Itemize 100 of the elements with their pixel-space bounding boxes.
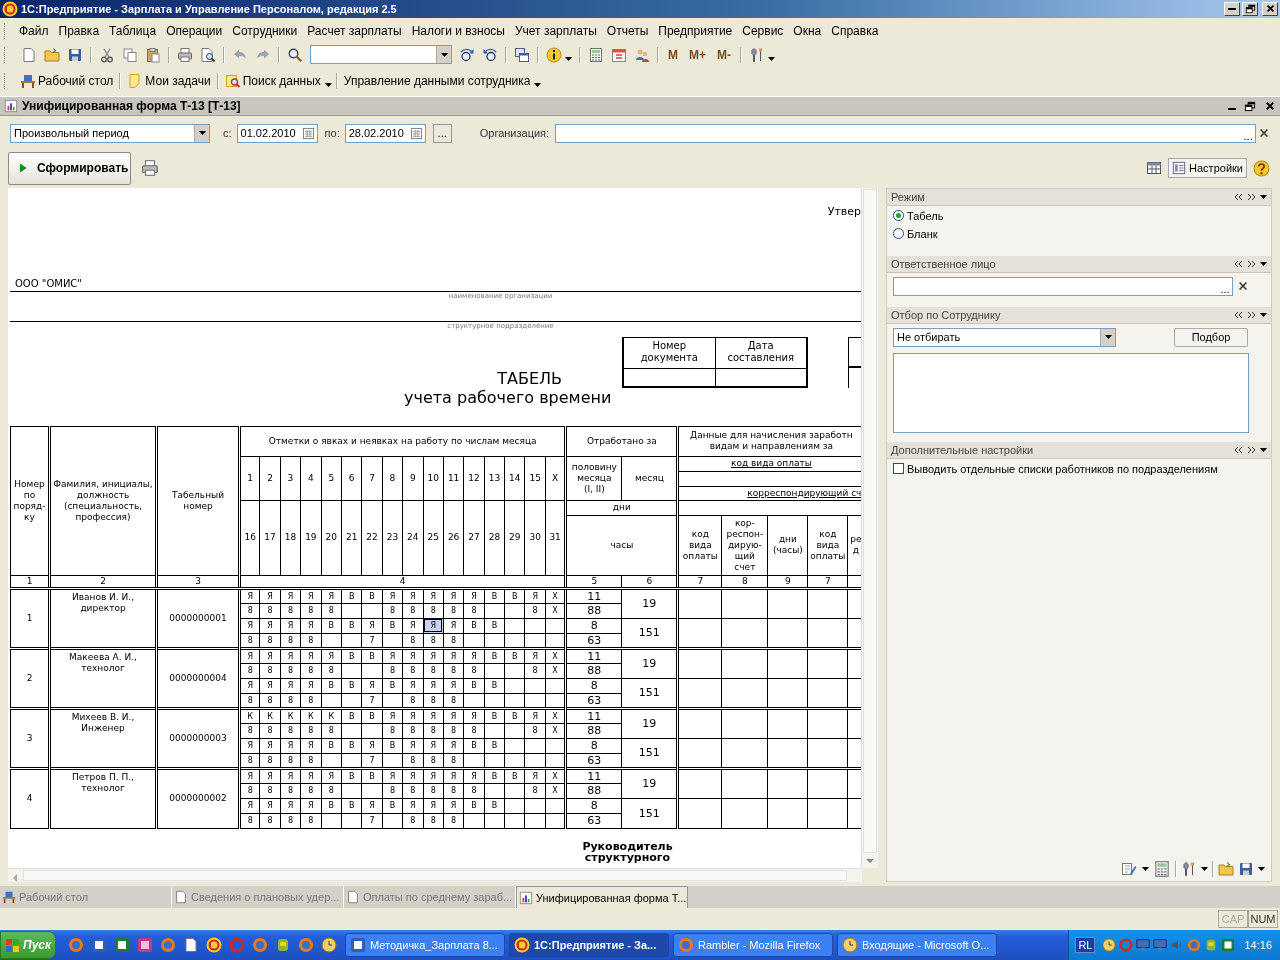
scissors-icon[interactable] bbox=[99, 46, 115, 63]
expand-right-icon[interactable] bbox=[1247, 192, 1256, 201]
toolbar-button[interactable]: Поиск данных bbox=[222, 72, 323, 89]
organization-field[interactable]: ... bbox=[555, 123, 1257, 143]
help-icon[interactable] bbox=[1253, 159, 1270, 177]
close-icon[interactable] bbox=[1264, 99, 1276, 112]
edit-icon[interactable] bbox=[1120, 861, 1138, 878]
checkbox[interactable]: Выводить отдельные списки работников по подразделениям bbox=[893, 462, 1265, 475]
application-icon[interactable] bbox=[114, 937, 130, 953]
dropdown-caret-icon[interactable] bbox=[768, 56, 775, 61]
dropdown-caret-icon[interactable] bbox=[1201, 867, 1208, 872]
tray-icon[interactable] bbox=[1136, 938, 1151, 952]
period-dropdown[interactable]: Произвольный период bbox=[10, 123, 210, 143]
toolbar-button[interactable]: Мои задачи bbox=[125, 72, 213, 89]
toolbar-button[interactable]: Управление данными сотрудника bbox=[341, 73, 533, 88]
section-header[interactable]: Отбор по Сотруднику bbox=[887, 306, 1271, 324]
taskbar-button[interactable]: Rambler - Mozilla Firefox bbox=[673, 933, 833, 957]
select-button[interactable]: ... bbox=[1218, 282, 1232, 295]
settings-button[interactable]: Настройки bbox=[1168, 158, 1247, 179]
menu-item[interactable]: Операции bbox=[161, 23, 228, 38]
minimize-icon[interactable] bbox=[1228, 107, 1236, 110]
find-next-icon[interactable] bbox=[459, 46, 475, 63]
calculator-icon[interactable] bbox=[588, 46, 604, 63]
radio-button[interactable]: Табель bbox=[893, 209, 1265, 222]
windows-icon[interactable] bbox=[514, 46, 530, 63]
section-header[interactable]: Ответственное лицо bbox=[887, 255, 1271, 273]
dropdown-caret-icon[interactable] bbox=[324, 83, 332, 88]
printer-icon[interactable] bbox=[141, 159, 159, 178]
select-button[interactable]: ... bbox=[1241, 129, 1256, 142]
menu-item[interactable]: Сотрудники bbox=[227, 23, 303, 38]
menu-item[interactable]: Справка bbox=[826, 23, 884, 38]
folder-icon[interactable] bbox=[1218, 861, 1234, 878]
application-icon[interactable] bbox=[183, 937, 199, 953]
restore-button[interactable] bbox=[1242, 1, 1258, 16]
find-previous-icon[interactable] bbox=[482, 46, 498, 63]
language-indicator[interactable]: RL bbox=[1075, 937, 1096, 953]
dropdown-caret-icon[interactable] bbox=[534, 83, 542, 88]
application-icon[interactable] bbox=[206, 937, 222, 953]
collapse-left-icon[interactable] bbox=[1234, 445, 1243, 454]
memory-button[interactable]: M bbox=[666, 47, 680, 62]
close-button[interactable] bbox=[1262, 1, 1278, 16]
menu-item[interactable]: Сервис bbox=[737, 23, 789, 38]
taskbar-button[interactable]: 1С:Предприятие - За... bbox=[509, 933, 669, 957]
menu-item[interactable]: Предприятие bbox=[653, 23, 738, 38]
vertical-scrollbar[interactable] bbox=[861, 187, 878, 868]
window-tab[interactable]: Унифицированная форма Т... bbox=[516, 886, 688, 909]
new-document-icon[interactable] bbox=[21, 46, 37, 63]
print-preview-icon[interactable] bbox=[200, 46, 216, 63]
expand-right-icon[interactable] bbox=[1247, 310, 1256, 319]
menu-item[interactable]: Правка bbox=[53, 23, 105, 38]
clear-icon[interactable] bbox=[1237, 280, 1249, 293]
tray-icon[interactable] bbox=[1102, 938, 1117, 952]
menu-item[interactable]: Окна bbox=[788, 23, 827, 38]
filter-dropdown[interactable]: Не отбирать bbox=[893, 327, 1116, 347]
restore-icon[interactable] bbox=[1244, 99, 1256, 112]
tray-icon[interactable] bbox=[1153, 938, 1168, 952]
clipboard-icon[interactable] bbox=[145, 46, 161, 63]
search-icon[interactable] bbox=[287, 46, 303, 63]
section-header[interactable]: Дополнительные настройки bbox=[887, 441, 1271, 459]
period-button[interactable]: ... bbox=[432, 123, 452, 143]
calendar-icon[interactable] bbox=[301, 126, 315, 140]
tools-icon[interactable] bbox=[749, 46, 765, 63]
menu-item[interactable]: Файл bbox=[14, 23, 54, 38]
application-icon[interactable] bbox=[321, 937, 337, 953]
date-field[interactable]: 01.02.2010 bbox=[236, 123, 318, 143]
section-header[interactable]: Режим bbox=[887, 188, 1271, 206]
collapse-left-icon[interactable] bbox=[1234, 192, 1243, 201]
taskbar-button[interactable]: Входящие - Microsoft O... bbox=[837, 933, 997, 957]
employee-list[interactable] bbox=[893, 352, 1249, 433]
collapse-left-icon[interactable] bbox=[1234, 259, 1243, 268]
calendar-icon[interactable] bbox=[409, 126, 423, 140]
dropdown-caret-icon[interactable] bbox=[1258, 867, 1265, 872]
dropdown-caret-icon[interactable] bbox=[1260, 261, 1267, 266]
menu-item[interactable]: Таблица bbox=[104, 23, 162, 38]
radio-button[interactable]: Бланк bbox=[893, 227, 1265, 240]
clear-icon[interactable] bbox=[1258, 127, 1271, 140]
table-icon[interactable] bbox=[1146, 160, 1163, 177]
dropdown-caret-icon[interactable] bbox=[1142, 867, 1149, 872]
copy-icon[interactable] bbox=[122, 46, 138, 63]
application-icon[interactable] bbox=[137, 937, 153, 953]
menu-item[interactable]: Расчет зарплаты bbox=[302, 23, 407, 38]
expand-right-icon[interactable] bbox=[1247, 259, 1256, 268]
toolbar-button[interactable]: Рабочий стол bbox=[18, 72, 116, 89]
generate-button[interactable]: Сформировать bbox=[8, 151, 131, 185]
dropdown-caret-icon[interactable] bbox=[1260, 447, 1267, 452]
pick-button[interactable]: Подбор bbox=[1174, 327, 1248, 347]
tray-icon[interactable] bbox=[1221, 938, 1236, 952]
tools-icon[interactable] bbox=[1181, 861, 1197, 878]
minimize-button[interactable] bbox=[1224, 1, 1240, 16]
info-icon[interactable] bbox=[546, 46, 562, 63]
dropdown-caret-icon[interactable] bbox=[565, 56, 572, 61]
dropdown-caret-icon[interactable] bbox=[1260, 194, 1267, 199]
menu-item[interactable]: Налоги и взносы bbox=[406, 23, 510, 38]
expand-right-icon[interactable] bbox=[1247, 445, 1256, 454]
input-field[interactable]: ... bbox=[893, 276, 1233, 296]
memory-button[interactable]: M+ bbox=[687, 47, 708, 62]
menu-item[interactable]: Учет зарплаты bbox=[509, 23, 602, 38]
application-icon[interactable] bbox=[91, 937, 107, 953]
collapse-left-icon[interactable] bbox=[1234, 310, 1243, 319]
date-field[interactable]: 28.02.2010 bbox=[344, 123, 426, 143]
